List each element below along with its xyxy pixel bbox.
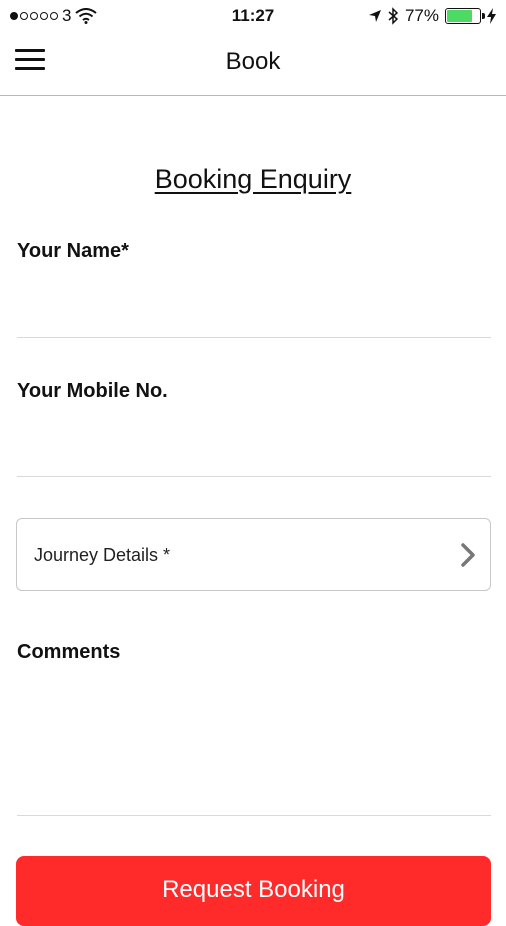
form-heading: Booking Enquiry [154,164,352,194]
status-right: 77% [368,6,496,26]
mobile-input[interactable] [17,430,491,477]
request-booking-button[interactable]: Request Booking [16,856,491,926]
comments-input[interactable] [17,672,491,816]
battery-percent: 77% [404,6,439,25]
bluetooth-icon [388,7,399,25]
name-label: Your Name* [17,240,129,262]
nav-bar: Book [0,34,506,96]
comments-label: Comments [17,641,121,663]
status-bar: 3 11:27 77% [0,0,506,34]
name-input[interactable] [17,290,491,338]
page-title: Book [225,48,281,75]
chevron-right-icon [461,543,475,567]
battery-icon [445,8,485,24]
mobile-label: Your Mobile No. [17,380,168,402]
location-arrow-icon [368,10,381,22]
journey-details-label: Journey Details * [34,545,171,565]
journey-details-button[interactable]: Journey Details * [16,518,491,591]
charging-bolt-icon [487,8,496,24]
